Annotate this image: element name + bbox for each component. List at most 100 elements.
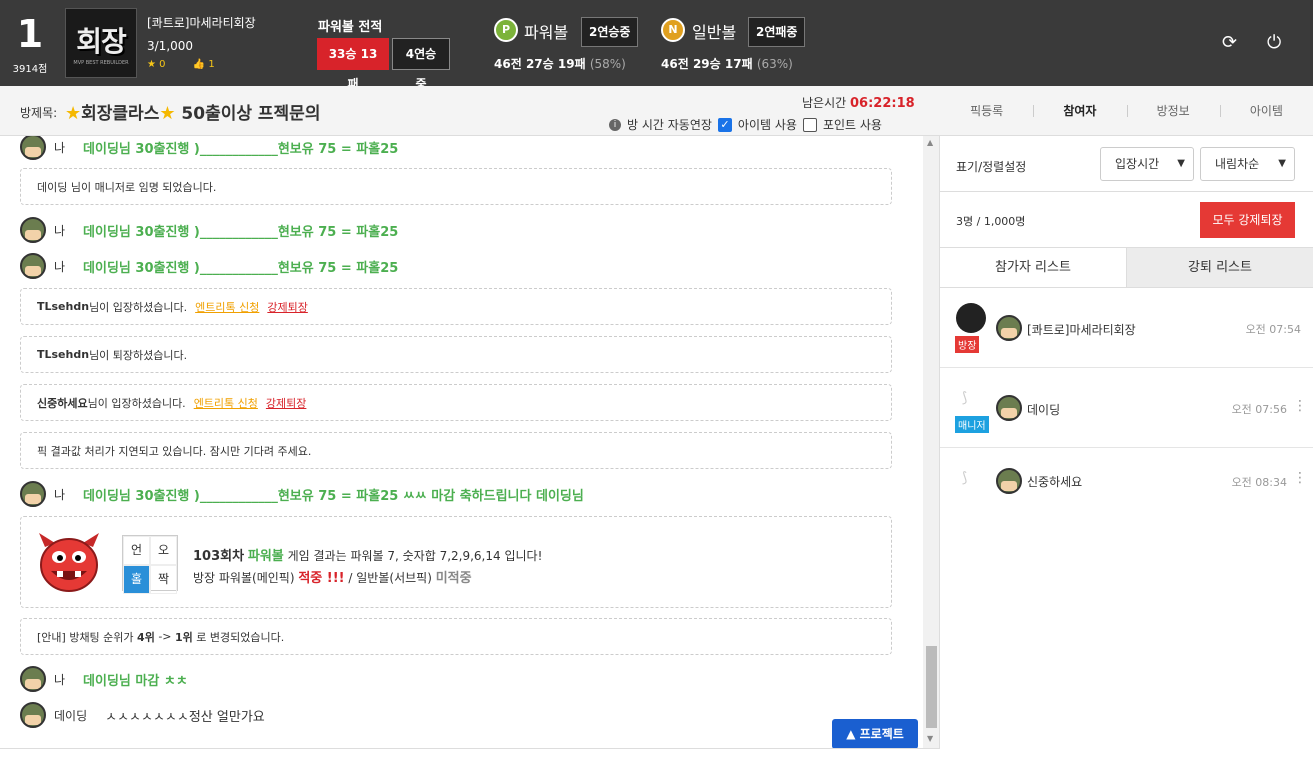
star-count: 0 bbox=[159, 59, 166, 70]
role-badge: 방장 bbox=[955, 336, 980, 353]
message-text: ㅅㅅㅅㅅㅅㅅㅅ정산 얼만가요 bbox=[105, 709, 265, 725]
character-icon bbox=[996, 395, 1022, 421]
scroll-down-icon[interactable]: ▼ bbox=[927, 734, 933, 743]
more-options-icon[interactable]: ⋮ bbox=[1293, 470, 1307, 486]
chat-area: 나 데이딩님 30출진행 )____________현보유 75 = 파홀25 … bbox=[0, 136, 940, 748]
game-result-card: 언 오 홀 짝 103회차 파워볼 게임 결과는 파워볼 7, 숫자합 7,2,… bbox=[20, 516, 892, 608]
logo-text: 회장 bbox=[76, 25, 127, 58]
auto-extend-label[interactable]: 방 시간 자동연장 bbox=[627, 116, 712, 133]
tab-pick-register[interactable]: 픽등록 bbox=[940, 86, 1033, 136]
rank-number: 1 bbox=[16, 12, 44, 56]
chevron-down-icon: ▼ bbox=[1177, 158, 1185, 169]
notice-text: 데이딩 님이 매니저로 임명 되었습니다. bbox=[37, 180, 217, 194]
pball-games: 46전 bbox=[494, 57, 522, 71]
pball-wins: 27승 bbox=[525, 57, 554, 71]
tab-room-info[interactable]: 방정보 bbox=[1126, 86, 1220, 136]
miss-status: 미적중 bbox=[435, 571, 472, 586]
pball-pct: (58%) bbox=[589, 57, 626, 71]
power-icon[interactable]: ⏻ bbox=[1267, 32, 1281, 53]
system-notice: TLsehdn 님이 입장하셨습니다. 엔트리톡 신청 강제퇴장 bbox=[20, 288, 892, 325]
avatar bbox=[20, 253, 46, 279]
join-time: 오전 07:56 bbox=[1231, 403, 1287, 416]
powerball-record-title: 파워볼 전적 bbox=[318, 20, 383, 35]
scrollbar-thumb[interactable] bbox=[926, 646, 937, 728]
avatar bbox=[20, 666, 46, 692]
username[interactable]: [콰트로]마세라티회장 bbox=[147, 14, 256, 31]
chat-message: 나 데이딩님 30출진행 )____________현보유 75 = 파홀25 bbox=[20, 217, 398, 243]
user-stats: ★ 0 👍 1 bbox=[147, 59, 256, 70]
top-bar: 1 3914점 회장 MVP BEST REBUILDER [콰트로]마세라티회… bbox=[0, 0, 1313, 91]
user-info: [콰트로]마세라티회장 3/1,000 ★ 0 👍 1 bbox=[147, 14, 256, 70]
tab-kicked-list[interactable]: 강퇴 리스트 bbox=[1126, 248, 1313, 287]
entry-request-link[interactable]: 엔트리톡 신청 bbox=[194, 395, 258, 411]
chat-message: 나 데이딩님 30출진행 )____________현보유 75 = 파홀25 bbox=[20, 253, 398, 279]
chat-message: 나 데이딩님 마감 ㅊㅊ bbox=[20, 666, 188, 692]
rank-arrow: -> bbox=[158, 630, 172, 643]
scroll-up-icon[interactable]: ▲ bbox=[927, 138, 933, 147]
character-icon bbox=[996, 468, 1022, 494]
participant-count: 3명 / 1,000명 bbox=[956, 215, 1026, 228]
rank-points: 3914점 bbox=[12, 64, 48, 75]
tab-participants[interactable]: 참여자 bbox=[1033, 86, 1126, 136]
room-title-text: 회장클라스 bbox=[81, 104, 160, 124]
notice-text: [안내] 방채팅 순위가 bbox=[37, 630, 134, 644]
message-text: 데이딩님 30출진행 )____________현보유 75 = 파홀25 ㅆㅆ… bbox=[83, 488, 584, 504]
system-notice: 신중하세요 님이 입장하셨습니다. 엔트리톡 신청 강제퇴장 bbox=[20, 384, 892, 421]
participant-row[interactable]: ⟆ 매니저 데이딩 오전 07:56 ⋮ bbox=[940, 368, 1313, 448]
kick-all-button[interactable]: 모두 강제퇴장 bbox=[1200, 202, 1295, 238]
pball-losses: 19패 bbox=[557, 57, 586, 71]
user-count: 3/1,000 bbox=[147, 39, 194, 53]
system-notice: [안내] 방채팅 순위가 4위 -> 1위 로 변경되었습니다. bbox=[20, 618, 892, 655]
sort-by-select[interactable]: 입장시간 ▼ bbox=[1100, 147, 1194, 181]
room-bar: 방제목: ★회장클라스★ 50출이상 프젝문의 남은시간 06:22:18 i … bbox=[0, 86, 1313, 136]
force-kick-link[interactable]: 강제퇴장 bbox=[266, 395, 306, 411]
powerball-record-badge: 33승 13패 bbox=[317, 38, 389, 91]
point-use-label[interactable]: 포인트 사용 bbox=[823, 116, 882, 133]
join-time: 오전 07:54 bbox=[1245, 323, 1301, 336]
notice-text: 님이 입장하셨습니다. bbox=[89, 300, 188, 314]
rank-to: 1위 bbox=[175, 630, 193, 644]
project-button[interactable]: ▲ 프로젝트 bbox=[832, 719, 918, 748]
sender-name: 데이딩 bbox=[54, 708, 88, 723]
participant-row[interactable]: ⟆ 신중하세요 오전 08:34 ⋮ bbox=[940, 448, 1313, 528]
separator: / bbox=[348, 571, 353, 585]
star-icon: ★ 0 bbox=[147, 59, 166, 70]
rank-from: 4위 bbox=[137, 630, 155, 644]
notice-text: 님이 퇴장하셨습니다. bbox=[89, 348, 188, 362]
result-line-1: 103회차 파워볼 게임 결과는 파워볼 7, 숫자합 7,2,9,6,14 입… bbox=[193, 545, 542, 564]
participant-tabs: 참가자 리스트 강퇴 리스트 bbox=[940, 248, 1313, 288]
sender-name: 나 bbox=[54, 140, 66, 155]
sort-label: 표기/정렬설정 bbox=[956, 160, 1027, 174]
thumbs-up-icon: 👍 1 bbox=[192, 59, 215, 70]
force-kick-link[interactable]: 강제퇴장 bbox=[267, 299, 307, 315]
sort-order-select[interactable]: 내림차순 ▼ bbox=[1200, 147, 1295, 181]
chat-input-edge bbox=[0, 748, 940, 761]
nball-games: 46전 bbox=[661, 57, 689, 71]
user-logo: 회장 MVP BEST REBUILDER bbox=[65, 8, 137, 78]
avatar bbox=[956, 303, 986, 333]
info-icon[interactable]: i bbox=[609, 118, 621, 131]
owner-powerball-pick: 방장 파워볼(메인픽) bbox=[193, 571, 295, 585]
item-use-label[interactable]: 아이템 사용 bbox=[738, 116, 797, 133]
devil-mascot-icon bbox=[39, 533, 99, 592]
tab-items[interactable]: 아이템 bbox=[1219, 86, 1313, 136]
like-count: 1 bbox=[208, 59, 215, 70]
chat-scrollbar[interactable]: ▲ ▼ bbox=[923, 136, 939, 748]
tab-participant-list[interactable]: 참가자 리스트 bbox=[940, 248, 1126, 287]
room-options: i 방 시간 자동연장 ✓ 아이템 사용 포인트 사용 bbox=[609, 116, 882, 133]
entry-request-link[interactable]: 엔트리톡 신청 bbox=[195, 299, 259, 315]
join-time: 오전 08:34 bbox=[1231, 476, 1287, 489]
item-use-checkbox[interactable]: ✓ bbox=[717, 117, 732, 132]
point-use-checkbox[interactable] bbox=[802, 117, 817, 132]
notice-text: 님이 입장하셨습니다. bbox=[87, 396, 186, 410]
avatar bbox=[20, 481, 46, 507]
grid-cell-even: 짝 bbox=[150, 565, 177, 594]
refresh-icon[interactable]: ⟳ bbox=[1222, 32, 1237, 53]
nball-wins: 29승 bbox=[692, 57, 721, 71]
powerball-label: 파워볼 bbox=[524, 23, 569, 42]
more-options-icon[interactable]: ⋮ bbox=[1293, 398, 1307, 414]
result-line-2: 방장 파워볼(메인픽) 적중 !!! / 일반볼(서브픽) 미적중 bbox=[193, 567, 472, 586]
participant-row[interactable]: 방장 [콰트로]마세라티회장 오전 07:54 bbox=[940, 288, 1313, 368]
brush-icon: ⟆ bbox=[962, 470, 968, 486]
message-text: 데이딩님 30출진행 )____________현보유 75 = 파홀25 bbox=[83, 224, 399, 240]
